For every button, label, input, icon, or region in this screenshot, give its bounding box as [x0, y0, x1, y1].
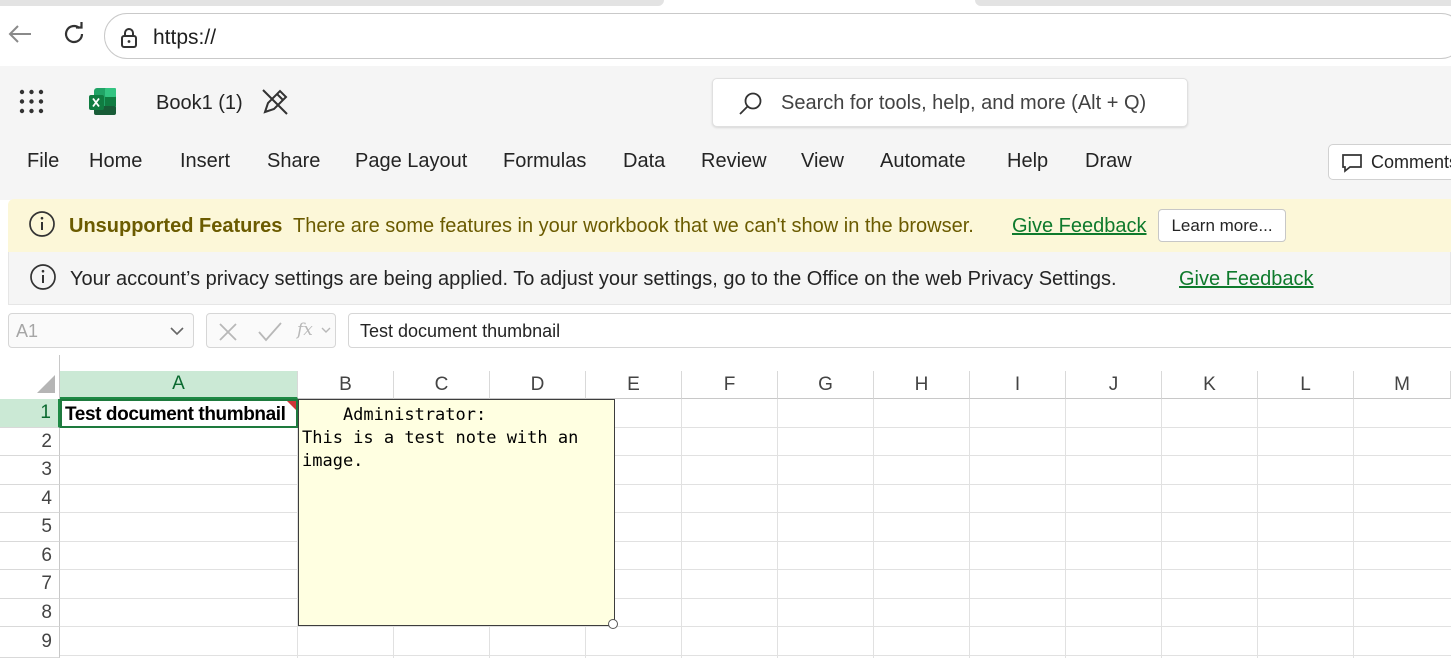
tab-file[interactable]: File	[27, 150, 59, 173]
search-box[interactable]: Search for tools, help, and more (Alt + …	[712, 78, 1188, 127]
browser-toolbar: https://	[0, 6, 1451, 66]
privacy-message: Your account’s privacy settings are bein…	[70, 268, 1117, 290]
column-header-j[interactable]: J	[1066, 371, 1162, 399]
comments-label: Comments	[1371, 152, 1451, 172]
column-header-d[interactable]: D	[490, 371, 586, 399]
reload-icon	[64, 22, 84, 44]
reload-button[interactable]	[60, 20, 88, 48]
note-text[interactable]: Administrator: This is a test note with …	[302, 404, 578, 473]
column-header-a[interactable]: A	[60, 371, 298, 399]
privacy-banner: Your account’s privacy settings are bein…	[8, 252, 1451, 305]
gridline	[1161, 399, 1162, 658]
search-icon	[739, 92, 762, 115]
cell-a1-value[interactable]: Test document thumbnail	[65, 404, 286, 426]
column-header-k[interactable]: K	[1162, 371, 1258, 399]
tab-formulas[interactable]: Formulas	[503, 150, 586, 173]
column-header-g[interactable]: G	[778, 371, 874, 399]
chevron-down-icon[interactable]	[169, 326, 185, 336]
column-header-m[interactable]: M	[1354, 371, 1451, 399]
gridline	[60, 541, 1451, 542]
column-header-l[interactable]: L	[1258, 371, 1354, 399]
cell-a1[interactable]: Test document thumbnail	[60, 399, 298, 428]
gridline	[60, 455, 1451, 456]
excel-logo-icon[interactable]	[88, 87, 117, 116]
chevron-down-icon[interactable]	[321, 327, 331, 334]
tab-draw[interactable]: Draw	[1085, 150, 1132, 173]
tab-home[interactable]: Home	[89, 150, 142, 173]
column-header-b[interactable]: B	[298, 371, 394, 399]
document-title[interactable]: Book1 (1)	[156, 92, 243, 115]
gridline	[60, 626, 1451, 627]
gridline	[60, 569, 1451, 570]
spreadsheet-grid[interactable]: A B C D E F G H I J K L M 1 2 3 4 5 6 7 …	[0, 355, 1451, 658]
row-header-8[interactable]: 8	[0, 599, 60, 627]
row-header-7[interactable]: 7	[0, 570, 60, 599]
comments-button[interactable]: Comments	[1328, 144, 1451, 180]
unsupported-features-banner: Unsupported Features There are some feat…	[8, 199, 1451, 252]
lock-icon[interactable]	[119, 27, 139, 49]
tab-insert[interactable]: Insert	[180, 150, 230, 173]
cancel-icon[interactable]	[217, 321, 239, 343]
formula-bar: A1 fx Test document thumbnail	[0, 305, 1451, 355]
url-text[interactable]: https://	[153, 26, 216, 50]
gridline	[60, 512, 1451, 513]
tab-automate[interactable]: Automate	[880, 150, 966, 173]
column-header-c[interactable]: C	[394, 371, 490, 399]
gridline	[777, 399, 778, 658]
select-all-icon	[37, 375, 55, 393]
tab-help[interactable]: Help	[1007, 150, 1048, 173]
info-icon	[29, 211, 55, 237]
column-header-h[interactable]: H	[874, 371, 970, 399]
insert-function-icon[interactable]: fx	[297, 320, 313, 340]
column-header-f[interactable]: F	[682, 371, 778, 399]
app-header: Book1 (1) Search for tools, help, and mo…	[0, 66, 1451, 200]
row-header-2[interactable]: 2	[0, 428, 60, 456]
row-header-4[interactable]: 4	[0, 485, 60, 513]
gridline	[1257, 399, 1258, 658]
give-feedback-link[interactable]: Give Feedback	[1012, 215, 1147, 238]
gridline	[60, 598, 1451, 599]
banner-title: Unsupported Features	[69, 215, 283, 237]
arrow-left-icon	[8, 25, 31, 43]
gridline	[1065, 399, 1066, 658]
comment-icon	[1342, 154, 1362, 173]
note-resize-handle[interactable]	[608, 619, 618, 629]
gridline	[60, 655, 1451, 656]
name-box[interactable]: A1	[8, 313, 194, 348]
banner-message: There are some features in your workbook…	[293, 215, 974, 237]
back-button[interactable]	[6, 20, 34, 48]
cell-note[interactable]: Administrator: This is a test note with …	[298, 399, 615, 626]
gridline	[969, 399, 970, 658]
row-header-5[interactable]: 5	[0, 513, 60, 542]
gridline	[60, 484, 1451, 485]
gridline	[873, 399, 874, 658]
name-box-value[interactable]: A1	[16, 321, 38, 342]
tab-data[interactable]: Data	[623, 150, 665, 173]
note-indicator-icon[interactable]	[287, 401, 296, 410]
row-header-9[interactable]: 9	[0, 627, 60, 658]
give-feedback-link[interactable]: Give Feedback	[1179, 268, 1314, 291]
row-header-3[interactable]: 3	[0, 456, 60, 485]
gridline	[1353, 399, 1354, 658]
tab-review[interactable]: Review	[701, 150, 767, 173]
address-bar[interactable]: https://	[104, 13, 1451, 59]
gridline	[681, 399, 682, 658]
tab-share[interactable]: Share	[267, 150, 320, 173]
check-icon[interactable]	[257, 321, 283, 343]
pen-off-icon[interactable]	[260, 87, 290, 117]
info-icon	[30, 264, 56, 290]
app-launcher-icon[interactable]	[19, 89, 44, 114]
formula-value[interactable]: Test document thumbnail	[360, 321, 560, 342]
column-header-e[interactable]: E	[586, 371, 682, 399]
select-all-button[interactable]	[0, 355, 60, 399]
row-header-1[interactable]: 1	[0, 399, 60, 428]
tab-view[interactable]: View	[801, 150, 844, 173]
column-header-i[interactable]: I	[970, 371, 1066, 399]
row-header-6[interactable]: 6	[0, 542, 60, 570]
formula-input[interactable]: Test document thumbnail	[348, 313, 1451, 348]
search-placeholder: Search for tools, help, and more (Alt + …	[781, 92, 1147, 114]
learn-more-button[interactable]: Learn more...	[1158, 209, 1286, 242]
tab-page-layout[interactable]: Page Layout	[355, 150, 467, 173]
formula-controls: fx	[206, 313, 336, 348]
